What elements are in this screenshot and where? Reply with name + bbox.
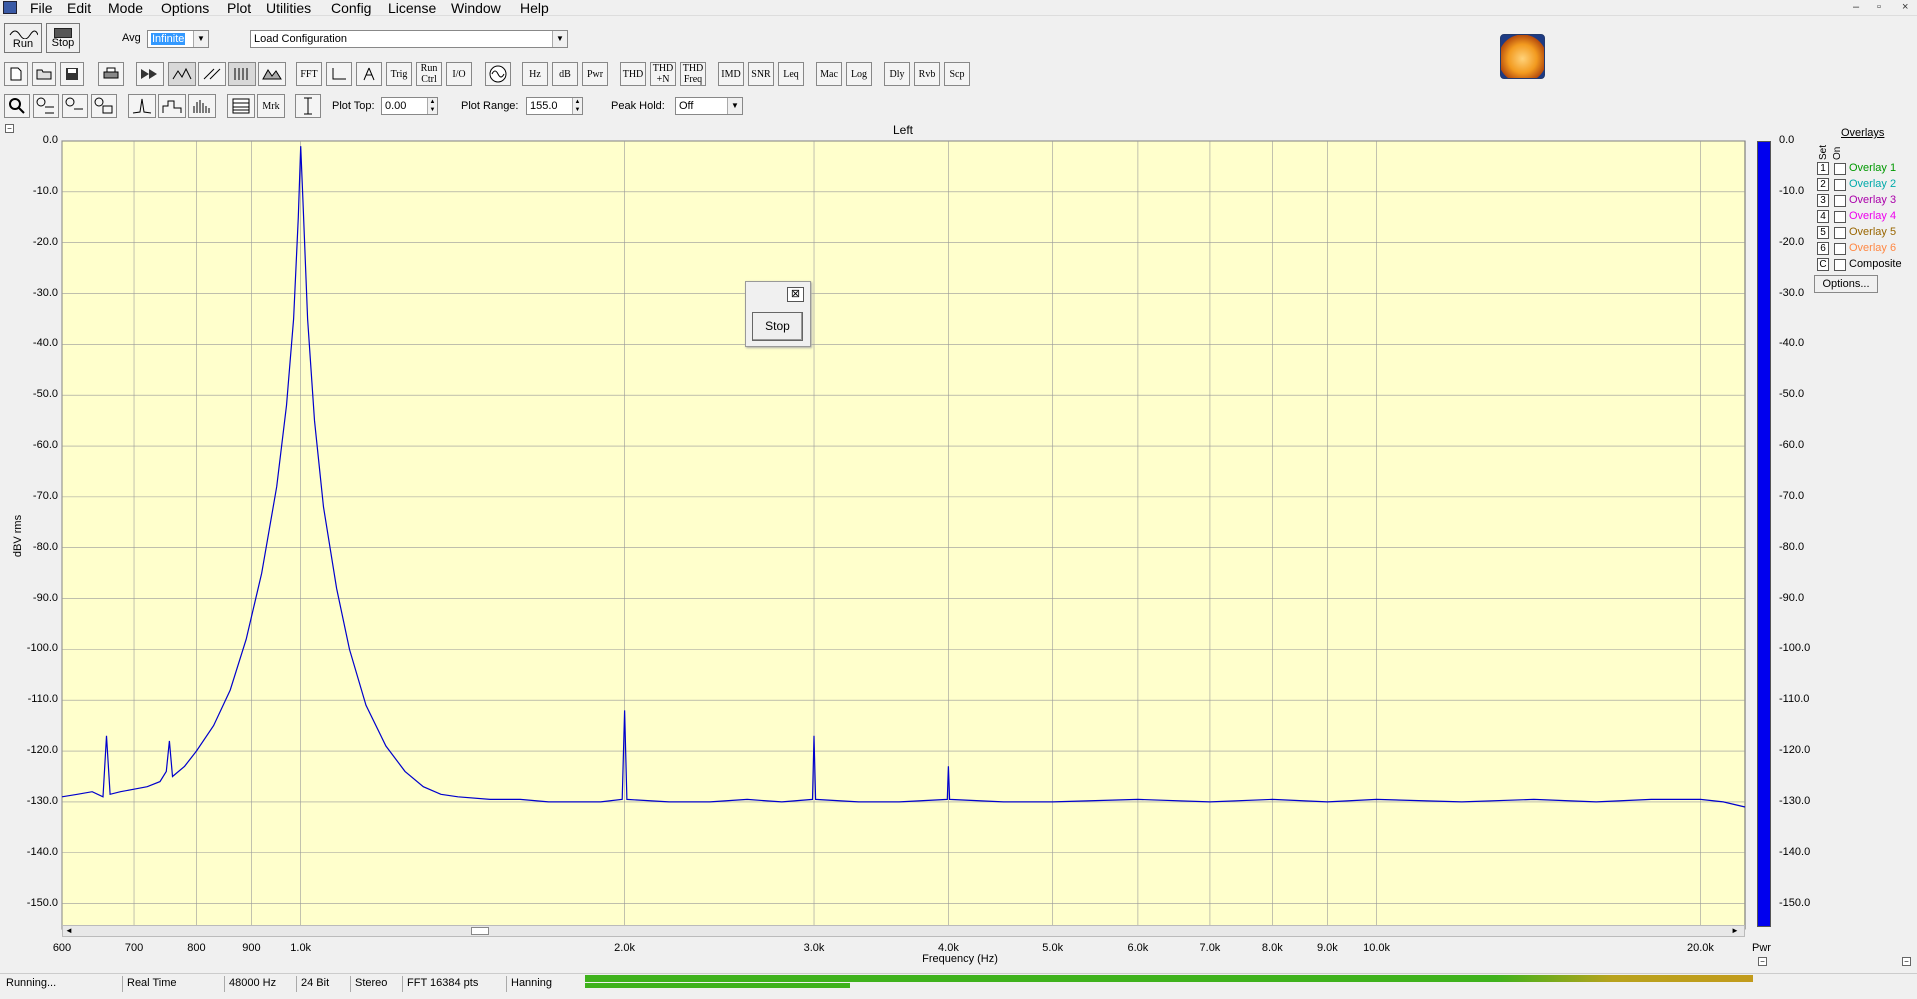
overlay-set-button[interactable]: 1	[1817, 162, 1829, 175]
grid-layer	[61, 140, 1746, 930]
y-axis-label: dBV rms	[12, 514, 24, 558]
x-tick-label: 600	[52, 942, 72, 954]
overlay-checkbox[interactable]	[1834, 195, 1846, 207]
scroll-left-icon[interactable]: ◄	[65, 926, 73, 935]
collapse-icon[interactable]: −	[1902, 957, 1911, 966]
overlay-set-button[interactable]: 5	[1817, 226, 1829, 239]
collapse-icon[interactable]: −	[1758, 957, 1767, 966]
overlays-title: Overlays	[1841, 127, 1885, 139]
overlays-on-label: On	[1832, 146, 1843, 160]
scroll-thumb[interactable]	[471, 927, 489, 935]
x-tick-label: 6.0k	[1127, 942, 1149, 954]
overlay-name: Overlay 1	[1849, 162, 1897, 174]
overlay-name: Overlay 2	[1849, 178, 1897, 190]
close-icon[interactable]: ⊠	[787, 287, 804, 302]
plot-border	[61, 140, 1746, 930]
level-meter-bottom	[585, 983, 850, 988]
x-tick-label: 10.0k	[1363, 942, 1391, 954]
power-level-bar	[1757, 141, 1771, 927]
x-tick-label: 5.0k	[1042, 942, 1064, 954]
overlay-options-button[interactable]: Options...	[1814, 275, 1878, 293]
y-tick-label-right: -90.0	[1779, 591, 1805, 604]
dialog-stop-button[interactable]: Stop	[752, 312, 803, 341]
overlay-name: Composite	[1849, 258, 1902, 270]
spectrum-chart	[61, 140, 1746, 930]
x-tick-label: 2.0k	[614, 942, 635, 954]
status-sample-rate: 48000 Hz	[224, 976, 296, 992]
x-tick-label: 3.0k	[803, 942, 825, 954]
scroll-right-icon[interactable]: ►	[1731, 926, 1739, 935]
y-tick-label-right: -70.0	[1779, 489, 1805, 502]
y-tick-label-right: -80.0	[1779, 540, 1805, 553]
overlay-name: Overlay 5	[1849, 226, 1897, 238]
y-tick-label: -40.0	[32, 337, 58, 350]
overlay-set-button[interactable]: 6	[1817, 242, 1829, 255]
overlay-checkbox[interactable]	[1834, 163, 1846, 175]
overlays-set-label: Set	[1818, 144, 1829, 160]
y-tick-label: -130.0	[26, 794, 58, 807]
overlay-checkbox[interactable]	[1834, 243, 1846, 255]
x-tick-label: 20.0k	[1686, 942, 1714, 954]
pwr-label: Pwr	[1752, 942, 1771, 954]
y-tick-label-right: -140.0	[1779, 845, 1811, 858]
status-mode: Real Time	[122, 976, 224, 992]
level-meter-top	[585, 975, 1753, 982]
y-tick-label: -140.0	[26, 845, 58, 858]
overlay-set-button[interactable]: 2	[1817, 178, 1829, 191]
status-channels: Stereo	[350, 976, 402, 992]
x-tick-label: 9.0k	[1316, 942, 1338, 954]
overlay-name: Overlay 6	[1849, 242, 1897, 254]
overlay-set-button[interactable]: C	[1817, 258, 1829, 271]
y-tick-label: -30.0	[32, 286, 58, 299]
y-tick-label-right: -100.0	[1779, 642, 1811, 655]
x-tick-label: 1.0k	[290, 942, 312, 954]
overlay-checkbox[interactable]	[1834, 227, 1846, 239]
x-tick-label: 700	[124, 942, 144, 954]
y-tick-label: -150.0	[26, 896, 58, 909]
stop-dialog: ⊠ Stop	[745, 281, 811, 347]
x-tick-label: 8.0k	[1261, 942, 1283, 954]
x-tick-label: 900	[242, 942, 261, 954]
horizontal-scrollbar[interactable]: ◄ ►	[62, 925, 1745, 937]
y-tick-label-right: -40.0	[1779, 337, 1805, 350]
x-tick-label: 7.0k	[1199, 942, 1221, 954]
status-fft-size: FFT 16384 pts	[402, 976, 506, 992]
x-tick-label: 800	[187, 942, 206, 954]
y-tick-label-right: -110.0	[1779, 693, 1810, 706]
y-tick-label: -60.0	[32, 439, 58, 452]
y-tick-label: -20.0	[32, 235, 58, 248]
overlay-name: Overlay 4	[1849, 210, 1897, 222]
y-tick-label: -10.0	[32, 184, 58, 197]
overlay-checkbox[interactable]	[1834, 259, 1846, 271]
marks-layer	[61, 146, 1746, 808]
y-tick-label: -120.0	[26, 744, 58, 757]
status-bit-depth: 24 Bit	[296, 976, 346, 992]
y-tick-label-right: -50.0	[1779, 388, 1805, 401]
status-run-state: Running...	[6, 977, 57, 989]
y-tick-label-right: -120.0	[1779, 744, 1811, 757]
x-axis-label: Frequency (Hz)	[922, 953, 998, 965]
y-tick-label: -50.0	[32, 388, 58, 401]
overlay-set-button[interactable]: 4	[1817, 210, 1829, 223]
y-tick-label-right: -60.0	[1779, 439, 1805, 452]
overlay-name: Overlay 3	[1849, 194, 1897, 206]
y-tick-label: -90.0	[32, 591, 58, 604]
spectrum-trace	[61, 146, 1746, 808]
status-window: Hanning	[506, 976, 580, 992]
y-tick-label: 0.0	[42, 134, 58, 146]
overlay-checkbox[interactable]	[1834, 179, 1846, 191]
y-tick-label: -110.0	[27, 693, 58, 706]
y-tick-label: -100.0	[26, 642, 58, 655]
y-tick-label-right: -150.0	[1779, 896, 1811, 909]
overlay-set-button[interactable]: 3	[1817, 194, 1829, 207]
overlay-checkbox[interactable]	[1834, 211, 1846, 223]
y-tick-label-right: -130.0	[1779, 794, 1811, 807]
